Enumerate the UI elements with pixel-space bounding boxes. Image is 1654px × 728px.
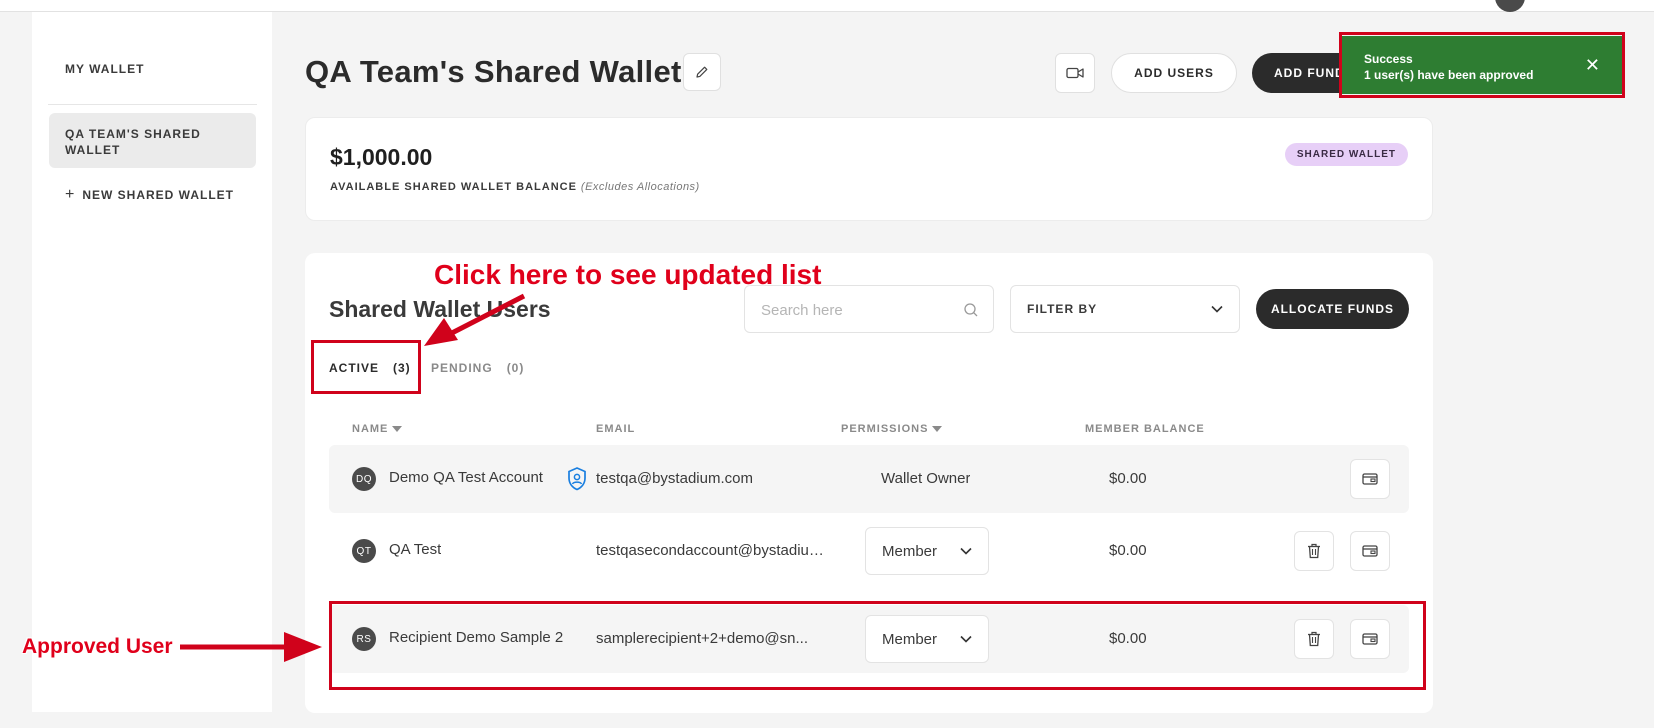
annotation-arrows <box>180 293 526 662</box>
arrow-to-active-tab <box>446 293 526 338</box>
arrowhead-approved-row <box>284 632 322 662</box>
arrowhead-active-tab <box>424 318 458 346</box>
